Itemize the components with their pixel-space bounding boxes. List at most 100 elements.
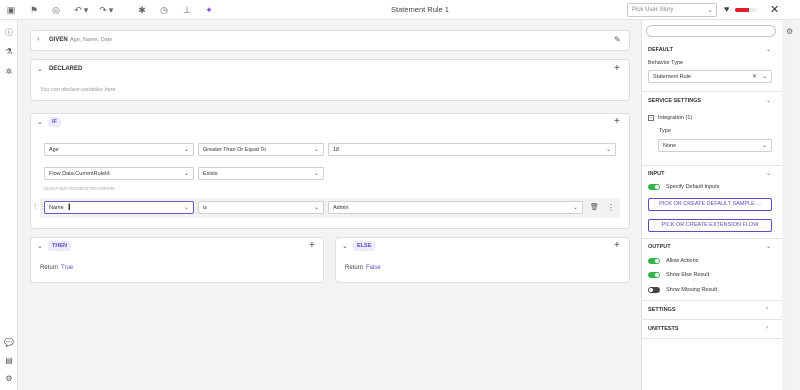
condition-field: Name: [49, 205, 64, 211]
show-missing-result-toggle[interactable]: [648, 287, 660, 293]
chevron-down-icon[interactable]: ⌄: [37, 118, 43, 126]
chevron-down-icon: ⌄: [572, 205, 578, 211]
service-settings-header[interactable]: SERVICE SETTINGS: [648, 98, 701, 104]
default-header[interactable]: DEFAULT: [648, 47, 673, 53]
given-label: GIVEN: [49, 37, 68, 43]
behavior-type-select[interactable]: Statement Rule ✕ ⌄: [648, 70, 772, 83]
condition-operator-select[interactable]: Exists ⌄: [198, 167, 324, 180]
filter-icon[interactable]: ⚙: [786, 27, 793, 36]
specify-default-inputs-toggle[interactable]: [648, 184, 660, 190]
panel-scrollbar[interactable]: [783, 20, 787, 390]
condition-operator: is: [203, 205, 207, 211]
else-return-value: False: [366, 265, 381, 271]
clear-icon[interactable]: ✕: [752, 73, 757, 80]
divider: [642, 91, 782, 92]
chevron-right-icon[interactable]: ›: [37, 36, 39, 43]
chevron-down-icon[interactable]: ⌄: [766, 46, 771, 53]
settings-gear-icon[interactable]: ⚙: [3, 373, 15, 385]
settings-header[interactable]: SETTINGS: [648, 307, 676, 313]
allow-actions-label: Allow Actions: [666, 258, 699, 264]
divider: [642, 238, 782, 239]
divider: [642, 165, 782, 166]
network-icon[interactable]: ✲: [3, 66, 15, 78]
input-header[interactable]: INPUT: [648, 171, 665, 177]
flask-icon[interactable]: ⚗: [3, 46, 15, 58]
condition-value-select[interactable]: Admin ⌄: [328, 201, 583, 214]
layers-icon[interactable]: ◎: [50, 4, 62, 16]
add-else-button[interactable]: +: [614, 241, 620, 251]
chevron-down-icon[interactable]: ▾: [107, 4, 115, 16]
trash-icon[interactable]: 🗑: [590, 203, 599, 211]
debug-icon[interactable]: ✱: [136, 4, 148, 16]
condition-field: Flow Data.CurrentRuleId: [49, 171, 110, 177]
chevron-right-icon[interactable]: ›: [766, 306, 768, 312]
condition-value: Admin: [333, 205, 349, 211]
pick-default-sample-button[interactable]: PICK OR CREATE DEFAULT SAMPLE ...: [648, 198, 772, 211]
chevron-down-icon: ⌄: [183, 171, 189, 177]
chevron-down-icon[interactable]: ⌄: [766, 243, 771, 250]
edit-icon[interactable]: ✎: [614, 35, 621, 44]
type-select[interactable]: None ⌄: [658, 139, 772, 152]
pick-extension-flow-button[interactable]: PICK OR CREATE EXTENSION FLOW: [648, 219, 772, 232]
hierarchy-icon[interactable]: ⊥: [181, 4, 193, 16]
user-story-select[interactable]: Pick User Story ⌄: [627, 3, 717, 17]
user-story-placeholder: Pick User Story: [632, 7, 674, 13]
chevron-right-icon[interactable]: ›: [766, 325, 768, 331]
type-value: None: [663, 143, 677, 149]
chevron-down-icon[interactable]: ▾: [82, 4, 90, 16]
chevron-down-icon: ⌄: [313, 205, 319, 211]
document-icon[interactable]: ▤: [3, 355, 15, 367]
behavior-type-label: Behavior Type: [648, 60, 684, 66]
chat-icon[interactable]: 💬: [3, 337, 15, 349]
allow-actions-toggle[interactable]: [648, 258, 660, 264]
chevron-down-icon[interactable]: ⌄: [766, 97, 771, 104]
condition-operator-select[interactable]: is ⌄: [198, 201, 324, 214]
left-sidebar: ⓘ ⚗ ✲ 💬 ▤ ⚙: [0, 20, 18, 390]
specify-default-inputs-label: Specify Default Inputs: [666, 184, 720, 190]
chevron-down-icon[interactable]: ⌄: [342, 242, 348, 250]
integration-collapse-icon[interactable]: −: [648, 115, 654, 121]
then-return-value: True: [61, 265, 74, 271]
output-header[interactable]: OUTPUT: [648, 244, 671, 250]
then-return-label: Return: [40, 265, 59, 271]
save-icon[interactable]: ▣: [5, 4, 17, 16]
unittests-header[interactable]: UNITTESTS: [648, 326, 679, 332]
top-toolbar: ▣ ⚑ ◎ ↶ ▾ ↷ ▾ ✱ ◷ ⊥ ✦ Statement Rule 1 P…: [0, 0, 800, 20]
given-params: Age, Name, Date: [70, 37, 113, 43]
condition-value-select[interactable]: 18 ⌄: [328, 143, 616, 156]
condition-field-select[interactable]: Name ⌄: [44, 201, 194, 214]
chevron-down-icon: ⌄: [183, 147, 189, 153]
page-title: Statement Rule 1: [391, 5, 449, 14]
chevron-down-icon[interactable]: ⌄: [766, 170, 771, 177]
show-else-result-toggle[interactable]: [648, 272, 660, 278]
text-cursor-icon: I: [68, 202, 71, 212]
else-return: Return False: [345, 265, 381, 271]
chevron-down-icon[interactable]: ⌄: [37, 242, 43, 250]
condition-operator-select[interactable]: Greater Than Or Equal To ⌄: [198, 143, 324, 156]
chevron-down-icon: ⌄: [761, 143, 767, 149]
integration-label: Integration (1): [658, 115, 692, 121]
add-declared-button[interactable]: +: [614, 64, 620, 74]
panel-search-input[interactable]: [646, 25, 776, 37]
close-icon[interactable]: ✕: [770, 3, 779, 16]
ai-sparkle-icon[interactable]: ✦: [203, 4, 215, 16]
then-return: Return True: [40, 265, 73, 271]
chevron-down-icon: ⌄: [313, 147, 319, 153]
condition-field-select[interactable]: Flow Data.CurrentRuleId ⌄: [44, 167, 194, 180]
if-badge: IF: [48, 117, 61, 127]
add-condition-button[interactable]: +: [614, 117, 620, 127]
flag-icon[interactable]: ⚑: [28, 4, 40, 16]
add-then-button[interactable]: +: [309, 241, 315, 251]
divider: [642, 300, 782, 301]
condition-field-select[interactable]: Age ⌄: [44, 143, 194, 156]
chevron-down-icon: ⌄: [707, 7, 713, 14]
more-vertical-icon[interactable]: ⋮: [607, 203, 615, 212]
heart-icon: ♥: [724, 4, 730, 14]
info-icon[interactable]: ⓘ: [3, 27, 15, 39]
rule-id-guid: 01H57H82A7DS89GZ7RCHNK09K: [44, 186, 116, 191]
health-bar-fill: [735, 8, 750, 12]
chevron-down-icon: ⌄: [605, 147, 611, 153]
history-icon[interactable]: ◷: [158, 4, 170, 16]
chevron-down-icon[interactable]: ⌄: [37, 65, 43, 73]
condition-operator: Exists: [203, 171, 218, 177]
